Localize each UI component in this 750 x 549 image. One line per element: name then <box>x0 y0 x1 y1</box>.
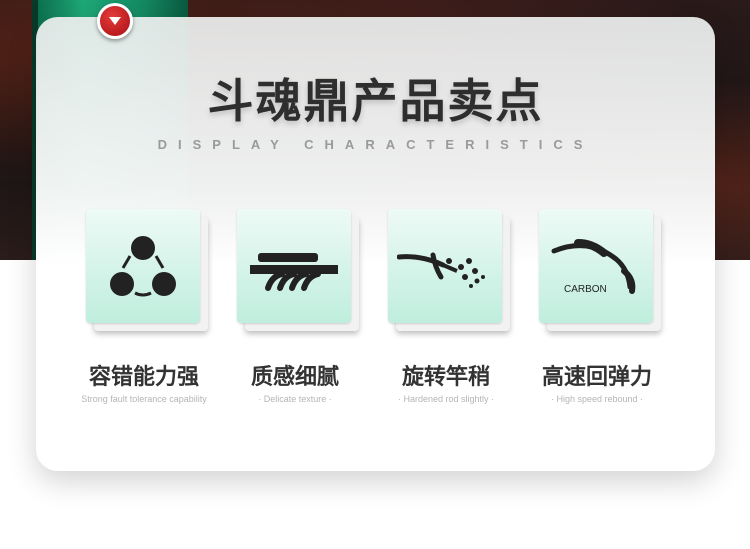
chevron-down-icon <box>109 17 121 25</box>
feature-tile: CARBON <box>539 209 663 333</box>
feature-description: · Hardened rod slightly · <box>397 394 495 404</box>
feature-description: Strong fault tolerance capability <box>81 394 207 404</box>
feature-title: 质感细腻 <box>250 365 339 390</box>
chevron-down-badge <box>97 3 133 39</box>
feature-item-texture: 质感细腻 · Delicate texture · <box>237 209 387 419</box>
feature-tile <box>86 209 210 333</box>
feature-tile <box>388 209 512 333</box>
carbon-bend-icon: CARBON <box>551 239 636 295</box>
feature-tile <box>237 209 361 333</box>
twisted-rope-icon <box>250 253 338 291</box>
carbon-label: CARBON <box>564 284 607 295</box>
feature-title: 旋转竿稍 <box>401 365 490 390</box>
three-circles-icon <box>110 236 176 297</box>
feature-item-rotating-tip: 旋转竿稍 · Hardened rod slightly · <box>388 209 538 419</box>
rod-tip-spray-icon <box>397 252 485 288</box>
feature-item-fault-tolerance: 容错能力强 Strong fault tolerance capability <box>81 209 236 419</box>
characteristics-card: 斗魂鼎产品卖点 DISPLAY CHARACTERISTICS 容错能力强 St… <box>36 17 715 471</box>
feature-title: 容错能力强 <box>88 365 199 390</box>
feature-description: · Delicate texture · <box>258 394 332 404</box>
feature-title: 高速回弹力 <box>541 365 652 390</box>
page-subtitle: DISPLAY CHARACTERISTICS <box>157 137 594 152</box>
page-title: 斗魂鼎产品卖点 <box>207 74 544 128</box>
feature-description: · High speed rebound · <box>550 394 644 404</box>
feature-item-rebound: CARBON 高速回弹力 · High speed rebound · <box>539 209 689 419</box>
